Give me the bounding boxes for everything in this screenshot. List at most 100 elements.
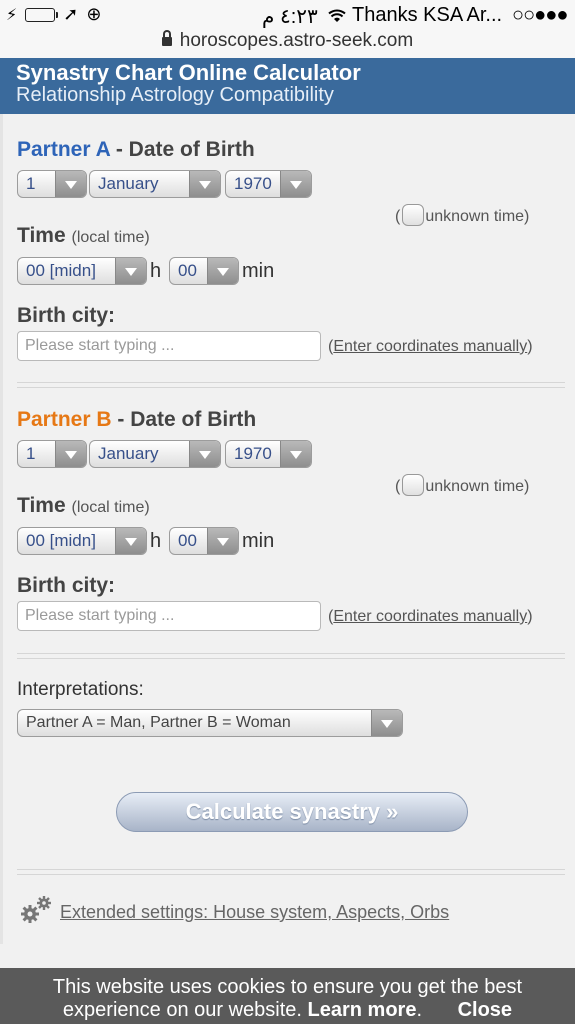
partner-b-name: Partner B bbox=[17, 408, 112, 431]
partner-b-year-select[interactable]: 1970 bbox=[225, 440, 312, 468]
partner-b-dob-label: Date of Birth bbox=[130, 408, 257, 431]
partner-b-city-input[interactable]: Please start typing ... bbox=[17, 601, 321, 631]
partner-b-minute-unit: min bbox=[242, 530, 275, 552]
cookie-learn-more-link[interactable]: Learn more bbox=[308, 999, 417, 1021]
partner-a-year-select[interactable]: 1970 bbox=[225, 170, 312, 198]
partner-b-month-value: January bbox=[98, 444, 159, 463]
partner-b-minute-value: 00 bbox=[178, 531, 197, 550]
partner-a-minute-unit: min bbox=[242, 260, 275, 282]
chevron-down-icon bbox=[189, 441, 220, 467]
partner-b-heading: Partner B - Date of Birth bbox=[17, 408, 256, 432]
partner-a-unknown-time[interactable]: ( unknown time) bbox=[395, 204, 530, 228]
synastry-form: Partner A - Date of Birth 1 January 1970… bbox=[0, 114, 575, 944]
cookie-text: experience on our website. bbox=[62, 999, 302, 1021]
partner-a-day-value: 1 bbox=[26, 174, 36, 193]
partner-a-city-label: Birth city: bbox=[17, 304, 116, 327]
status-bar: ⚡ ➚ ⊕ ٤:٢٣ م Thanks KSA Ar... ○○●●● bbox=[0, 0, 575, 30]
chevron-down-icon bbox=[55, 441, 86, 467]
partner-b-year-value: 1970 bbox=[234, 444, 272, 463]
partner-a-time-heading: Time (local time) bbox=[17, 224, 150, 248]
partner-b-coordinates: (Enter coordinates manually) bbox=[328, 608, 533, 626]
partner-a-month-value: January bbox=[98, 174, 159, 193]
partner-b-time-label: Time bbox=[17, 494, 66, 517]
chevron-down-icon bbox=[280, 441, 311, 467]
lock-icon bbox=[161, 30, 172, 46]
cookie-period: . bbox=[416, 999, 423, 1021]
partner-b-month-select[interactable]: January bbox=[89, 440, 221, 468]
partner-a-minute-value: 00 bbox=[178, 261, 197, 280]
chevron-down-icon bbox=[207, 258, 238, 284]
partner-a-dash: - bbox=[109, 138, 129, 161]
extended-settings-link[interactable]: Extended settings: House system, Aspects… bbox=[60, 902, 449, 923]
url-bar[interactable]: horoscopes.astro-seek.com bbox=[0, 30, 575, 58]
partner-b-unknown-open: ( bbox=[395, 478, 401, 496]
chevron-down-icon bbox=[115, 528, 146, 554]
partner-b-coordinates-link[interactable]: Enter coordinates manually bbox=[333, 608, 527, 625]
battery-icon bbox=[25, 7, 59, 22]
chevron-down-icon bbox=[55, 171, 86, 197]
partner-b-unknown-time-checkbox[interactable] bbox=[402, 474, 425, 496]
partner-a-unknown-open: ( bbox=[395, 208, 401, 226]
partner-a-minute-select[interactable]: 00 bbox=[169, 257, 239, 285]
partner-b-day-value: 1 bbox=[26, 444, 36, 463]
partner-a-hour-value: 00 [midn] bbox=[26, 261, 96, 280]
gear-icon bbox=[21, 896, 51, 923]
status-carrier: Thanks KSA Ar... bbox=[328, 4, 502, 27]
interpretations-select[interactable]: Partner A = Man, Partner B = Woman bbox=[17, 709, 403, 737]
partner-a-hour-select[interactable]: 00 [midn] bbox=[17, 257, 147, 285]
page-subtitle: Relationship Astrology Compatibility bbox=[16, 84, 334, 106]
partner-b-coords-close: ) bbox=[527, 608, 533, 625]
cookie-close-button[interactable]: Close bbox=[458, 999, 512, 1021]
rotation-lock-icon: ⊕ bbox=[86, 4, 102, 24]
partner-b-time-heading: Time (local time) bbox=[17, 494, 150, 518]
wifi-icon bbox=[328, 9, 346, 22]
chevron-down-icon bbox=[280, 171, 311, 197]
partner-a-coordinates: (Enter coordinates manually) bbox=[328, 338, 533, 356]
partner-a-name: Partner A bbox=[17, 138, 110, 161]
divider bbox=[17, 869, 565, 875]
partner-a-unknown-time-label: unknown time) bbox=[425, 208, 530, 226]
status-time: ٤:٢٣ م bbox=[262, 6, 318, 28]
divider bbox=[17, 653, 565, 659]
partner-b-hour-value: 00 [midn] bbox=[26, 531, 96, 550]
charging-icon: ⚡ bbox=[6, 6, 18, 24]
chevron-down-icon bbox=[189, 171, 220, 197]
partner-b-unknown-time[interactable]: ( unknown time) bbox=[395, 474, 530, 498]
cookie-text-line1: This website uses cookies to ensure you … bbox=[52, 976, 523, 998]
signal-icon: ○○●●● bbox=[512, 4, 568, 26]
partner-b-minute-select[interactable]: 00 bbox=[169, 527, 239, 555]
location-icon: ➚ bbox=[63, 4, 79, 24]
partner-a-year-value: 1970 bbox=[234, 174, 272, 193]
partner-b-city-label: Birth city: bbox=[17, 574, 116, 597]
interpretations-value: Partner A = Man, Partner B = Woman bbox=[26, 714, 291, 731]
partner-a-city-input[interactable]: Please start typing ... bbox=[17, 331, 321, 361]
partner-a-month-select[interactable]: January bbox=[89, 170, 221, 198]
cookie-banner: This website uses cookies to ensure you … bbox=[0, 968, 575, 1024]
partner-b-hour-unit: h bbox=[150, 530, 162, 552]
partner-a-dob-label: Date of Birth bbox=[128, 138, 255, 161]
partner-a-unknown-time-checkbox[interactable] bbox=[402, 204, 425, 226]
interpretations-label: Interpretations: bbox=[17, 679, 144, 700]
cookie-text-line2: experience on our website. Learn more. C… bbox=[0, 999, 575, 1022]
url-text: horoscopes.astro-seek.com bbox=[179, 30, 414, 51]
page-title: Synastry Chart Online Calculator bbox=[16, 60, 361, 85]
partner-b-hour-select[interactable]: 00 [midn] bbox=[17, 527, 147, 555]
partner-a-coordinates-link[interactable]: Enter coordinates manually bbox=[333, 338, 527, 355]
chevron-down-icon bbox=[207, 528, 238, 554]
partner-b-unknown-time-label: unknown time) bbox=[425, 478, 530, 496]
partner-b-day-select[interactable]: 1 bbox=[17, 440, 87, 468]
partner-a-hour-unit: h bbox=[150, 260, 162, 282]
partner-b-time-sub: (local time) bbox=[71, 499, 150, 516]
carrier-name: Thanks KSA Ar... bbox=[352, 4, 503, 26]
partner-a-time-sub: (local time) bbox=[71, 229, 150, 246]
page-header: Synastry Chart Online Calculator Relatio… bbox=[0, 58, 575, 114]
partner-b-dash: - bbox=[111, 408, 131, 431]
calculate-synastry-button[interactable]: Calculate synastry » bbox=[116, 792, 468, 832]
partner-a-coords-close: ) bbox=[527, 338, 533, 355]
chevron-down-icon bbox=[371, 710, 402, 736]
divider bbox=[17, 382, 565, 388]
partner-a-time-label: Time bbox=[17, 224, 66, 247]
status-left: ⚡ ➚ ⊕ bbox=[6, 4, 101, 25]
partner-a-heading: Partner A - Date of Birth bbox=[17, 138, 255, 162]
partner-a-day-select[interactable]: 1 bbox=[17, 170, 87, 198]
